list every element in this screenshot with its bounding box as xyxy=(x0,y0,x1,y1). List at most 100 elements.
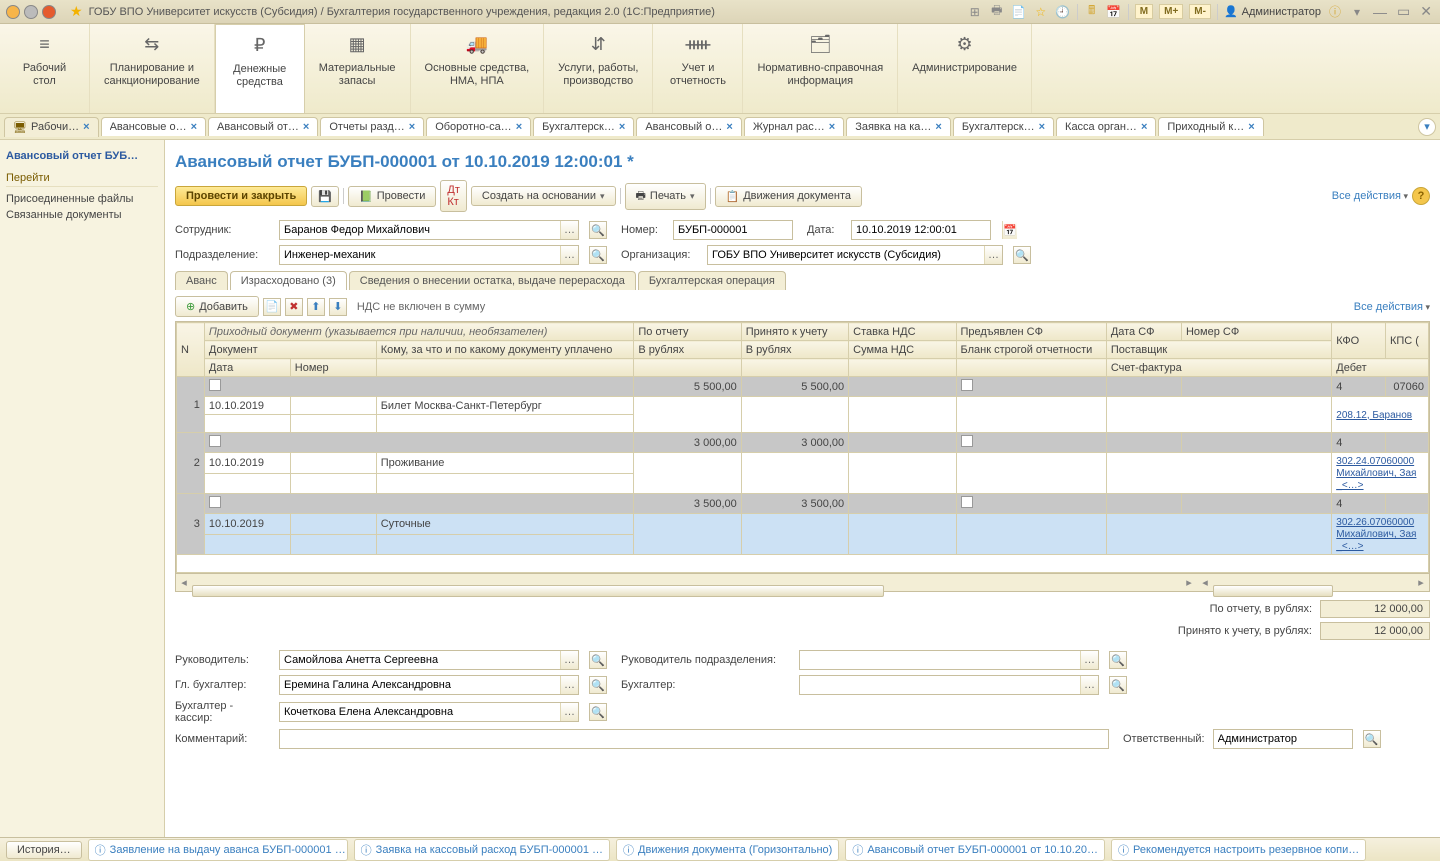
tab[interactable]: 🖥Рабочи…× xyxy=(4,117,99,137)
ellipsis-icon[interactable]: … xyxy=(560,221,578,239)
magnifier-icon[interactable]: 🔍 xyxy=(1109,651,1127,669)
col-sfnum[interactable]: Номер СФ xyxy=(1181,323,1331,341)
all-actions-dropdown[interactable]: Все действия xyxy=(1332,190,1408,202)
table-row[interactable]: 2 3 000,003 000,00 4 xyxy=(177,433,1429,453)
col-rub[interactable]: В рублях xyxy=(634,341,741,359)
col-rub2[interactable]: В рублях xyxy=(741,341,848,359)
scroll-left-icon[interactable]: ◂ xyxy=(1197,576,1213,589)
tab-close-icon[interactable]: × xyxy=(726,121,732,133)
magnifier-icon[interactable]: 🔍 xyxy=(1109,676,1127,694)
nav-Планирование и[interactable]: ⇆Планирование исанкционирование xyxy=(90,24,215,113)
tab[interactable]: Авансовые о…× xyxy=(101,117,206,136)
nav-Администрирование[interactable]: ⚙Администрирование xyxy=(898,24,1032,113)
scroll-left-icon[interactable]: ◂ xyxy=(176,576,192,589)
scroll-right-icon[interactable]: ▸ xyxy=(1181,576,1197,589)
history-icon[interactable]: 🕘 xyxy=(1055,4,1071,20)
tab-close-icon[interactable]: × xyxy=(619,121,625,133)
employee-field[interactable]: … xyxy=(279,220,579,240)
cashier-field[interactable]: … xyxy=(279,702,579,722)
movements-button[interactable]: 📋Движения документа xyxy=(715,186,863,207)
number-field[interactable] xyxy=(673,220,793,240)
col-income-doc[interactable]: Приходный документ (указывается при нали… xyxy=(204,323,633,341)
print-icon[interactable]: 🖶 xyxy=(989,4,1005,20)
date-field[interactable]: 📅 xyxy=(851,220,991,240)
table-row[interactable]: 10.10.2019Билет Москва-Санкт-Петербург20… xyxy=(177,397,1429,415)
tab-close-icon[interactable]: × xyxy=(1248,121,1254,133)
col-debit[interactable]: Дебет xyxy=(1332,359,1429,377)
tab-close-icon[interactable]: × xyxy=(409,121,415,133)
debit-link[interactable]: _<…> xyxy=(1336,480,1363,491)
ellipsis-icon[interactable]: … xyxy=(560,676,578,694)
status-item[interactable]: ⓘДвижения документа (Горизонтально) xyxy=(616,839,839,861)
responsible-field[interactable]: … xyxy=(1213,729,1353,749)
comment-field[interactable] xyxy=(279,729,1109,749)
checkbox[interactable] xyxy=(961,379,973,391)
head-field[interactable]: … xyxy=(279,650,579,670)
nav-Нормативно-справочная[interactable]: 🗂Нормативно-справочнаяинформация xyxy=(743,24,898,113)
vat-mode-label[interactable]: НДС не включен в сумму xyxy=(357,301,485,313)
tab[interactable]: Авансовый о…× xyxy=(636,117,742,136)
sidebar-link[interactable]: Присоединенные файлы xyxy=(6,191,158,207)
status-item[interactable]: ⓘАвансовый отчет БУБП-000001 от 10.10.20… xyxy=(845,839,1105,861)
checkbox[interactable] xyxy=(209,379,221,391)
dropdown-icon[interactable]: ▾ xyxy=(1349,4,1365,20)
move-up-button[interactable]: ⬆ xyxy=(307,298,325,316)
ellipsis-icon[interactable]: … xyxy=(984,246,1002,264)
debit-link[interactable]: 302.24.07060000 xyxy=(1336,456,1414,467)
nav-Учет и[interactable]: ᚔУчет иотчетность xyxy=(653,24,743,113)
col-sf[interactable]: Предъявлен СФ xyxy=(956,323,1106,341)
col-strict[interactable]: Бланк строгой отчетности xyxy=(956,341,1106,359)
col-vendor[interactable]: Поставщик xyxy=(1106,341,1331,359)
tab-close-icon[interactable]: × xyxy=(935,121,941,133)
magnifier-icon[interactable]: 🔍 xyxy=(589,246,607,264)
save-button[interactable]: 💾 xyxy=(311,186,339,207)
tab[interactable]: Оборотно-са…× xyxy=(426,117,531,136)
table-row[interactable]: 10.10.2019Суточные302.26.07060000Михайло… xyxy=(177,514,1429,535)
magnifier-icon[interactable]: 🔍 xyxy=(1363,730,1381,748)
nav-Денежные[interactable]: ₽Денежныесредства xyxy=(215,24,305,113)
memory-mminus[interactable]: M- xyxy=(1189,4,1211,19)
col-num[interactable]: Номер xyxy=(290,359,376,377)
ellipsis-icon[interactable]: … xyxy=(560,246,578,264)
history-button[interactable]: История… xyxy=(6,841,82,859)
calendar-icon[interactable]: 📅 xyxy=(1106,4,1122,20)
help-button[interactable]: ? xyxy=(1412,187,1430,205)
nav-Материальные[interactable]: ▦Материальныезапасы xyxy=(305,24,411,113)
dept-field[interactable]: … xyxy=(279,245,579,265)
debit-link[interactable]: Михайлович, Зая xyxy=(1336,529,1416,540)
subtab[interactable]: Израсходовано (3) xyxy=(230,271,347,290)
move-down-button[interactable]: ⬇ xyxy=(329,298,347,316)
ellipsis-icon[interactable]: … xyxy=(1080,651,1098,669)
scroll-right-icon[interactable]: ▸ xyxy=(1413,576,1429,589)
calendar-btn-icon[interactable]: 📅 xyxy=(1002,221,1017,239)
checkbox[interactable] xyxy=(209,435,221,447)
tab[interactable]: Авансовый от…× xyxy=(208,117,318,136)
tab[interactable]: Приходный к…× xyxy=(1158,117,1263,136)
checkbox[interactable] xyxy=(961,496,973,508)
chief-acc-field[interactable]: … xyxy=(279,675,579,695)
print-dropdown[interactable]: 🖶Печать xyxy=(625,183,706,210)
post-button[interactable]: 📗Провести xyxy=(348,186,436,207)
macos-close[interactable] xyxy=(6,5,20,19)
magnifier-icon[interactable]: 🔍 xyxy=(589,651,607,669)
subtab[interactable]: Аванс xyxy=(175,271,228,290)
ellipsis-icon[interactable]: … xyxy=(560,703,578,721)
checkbox[interactable] xyxy=(209,496,221,508)
magnifier-icon[interactable]: 🔍 xyxy=(1013,246,1031,264)
col-kfo[interactable]: КФО xyxy=(1332,323,1386,359)
memory-m[interactable]: M xyxy=(1135,4,1153,19)
info-icon[interactable]: ⓘ xyxy=(1327,4,1343,20)
memory-mplus[interactable]: M+ xyxy=(1159,4,1183,19)
subtab[interactable]: Бухгалтерская операция xyxy=(638,271,786,290)
tab-close-icon[interactable]: × xyxy=(303,121,309,133)
tab[interactable]: Журнал рас…× xyxy=(744,117,844,136)
col-sfdate[interactable]: Дата СФ xyxy=(1106,323,1181,341)
col-report[interactable]: По отчету xyxy=(634,323,741,341)
tab-overflow-button[interactable]: ▾ xyxy=(1418,118,1436,136)
col-date[interactable]: Дата xyxy=(204,359,290,377)
close-button[interactable]: ✕ xyxy=(1418,3,1434,20)
favorite-icon[interactable]: ★ xyxy=(70,3,83,20)
macos-min[interactable] xyxy=(24,5,38,19)
table-row[interactable]: 10.10.2019Проживание302.24.07060000Михай… xyxy=(177,453,1429,474)
magnifier-icon[interactable]: 🔍 xyxy=(589,221,607,239)
